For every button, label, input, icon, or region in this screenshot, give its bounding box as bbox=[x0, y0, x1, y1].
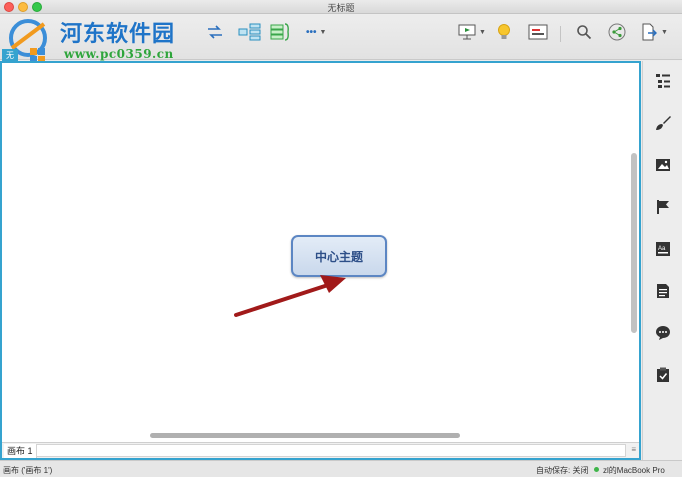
flag-icon bbox=[657, 200, 669, 214]
watermark-url: www.pc0359.cn bbox=[64, 47, 174, 61]
watermark: 河东软件园 www.pc0359.cn bbox=[0, 14, 210, 66]
title-bar: 无标题 bbox=[0, 0, 682, 14]
clipboard-icon bbox=[657, 367, 669, 382]
horizontal-scrollbar[interactable] bbox=[150, 433, 460, 438]
brush-icon bbox=[656, 116, 671, 130]
more-icon: ••• bbox=[306, 26, 317, 38]
svg-text:Aa: Aa bbox=[658, 246, 666, 252]
share-icon bbox=[608, 23, 626, 41]
structure-button[interactable] bbox=[238, 22, 264, 42]
toolbar-separator bbox=[560, 26, 561, 42]
outline-button[interactable] bbox=[653, 71, 673, 91]
comment-icon bbox=[656, 326, 670, 340]
brainstorm-button[interactable] bbox=[496, 22, 512, 42]
image-button[interactable] bbox=[653, 155, 673, 175]
sheet-tab[interactable]: 画布 1 bbox=[4, 444, 37, 458]
window-title: 无标题 bbox=[327, 3, 355, 13]
status-device: zl的MacBook Pro bbox=[603, 466, 665, 475]
search-icon bbox=[577, 25, 592, 40]
watermark-site-name: 河东软件园 bbox=[60, 21, 176, 47]
gantt-button[interactable] bbox=[528, 22, 548, 42]
task-button[interactable] bbox=[653, 365, 673, 385]
boundary-icon bbox=[270, 23, 289, 41]
export-button[interactable]: ▼ bbox=[640, 22, 668, 42]
boundary-button[interactable] bbox=[270, 22, 292, 42]
status-bar: 画布 ('画布 1') 自动保存: 关闭 zl的MacBook Pro bbox=[0, 460, 682, 477]
notes-icon bbox=[657, 284, 669, 298]
outline-icon bbox=[656, 74, 670, 88]
status-autosave[interactable]: 自动保存: 关闭 bbox=[536, 465, 588, 476]
export-icon bbox=[642, 23, 657, 41]
image-icon bbox=[656, 159, 670, 171]
chevron-down-icon: ▼ bbox=[319, 28, 327, 36]
format-button[interactable] bbox=[653, 113, 673, 133]
share-button[interactable] bbox=[608, 22, 626, 42]
notes-button[interactable] bbox=[653, 281, 673, 301]
chevron-down-icon: ▼ bbox=[479, 28, 486, 36]
comments-button[interactable] bbox=[653, 323, 673, 343]
presentation-icon bbox=[458, 24, 476, 40]
marker-button[interactable] bbox=[653, 197, 673, 217]
presentation-button[interactable]: ▼ bbox=[458, 22, 486, 42]
gantt-icon bbox=[528, 24, 548, 40]
text-style-button[interactable]: Aa bbox=[653, 239, 673, 259]
sheet-bar: 画布 1 ≡ bbox=[2, 442, 639, 458]
lightbulb-icon bbox=[498, 24, 510, 39]
central-topic[interactable]: 中心主题 bbox=[291, 235, 387, 277]
online-status-icon bbox=[594, 467, 599, 472]
text-style-icon: Aa bbox=[656, 242, 670, 256]
chevron-down-icon: ▼ bbox=[661, 28, 668, 36]
vertical-scrollbar[interactable] bbox=[631, 153, 637, 333]
status-sheet: 画布 ('画布 1') bbox=[3, 466, 53, 475]
app-window: 无标题 ••• ▼ ▼ ▼ 河东软件园 www.pc0359.cn 无 中心主题… bbox=[0, 0, 682, 477]
structure-icon bbox=[238, 23, 261, 41]
more-button[interactable]: ••• ▼ bbox=[306, 22, 326, 42]
sheet-tab-strip bbox=[36, 444, 626, 457]
mindmap-canvas[interactable]: 中心主题 画布 1 ≡ bbox=[0, 61, 641, 460]
resize-grip-icon[interactable]: ≡ bbox=[631, 445, 636, 454]
search-button[interactable] bbox=[576, 22, 592, 42]
right-sidebar: Aa bbox=[642, 61, 682, 460]
